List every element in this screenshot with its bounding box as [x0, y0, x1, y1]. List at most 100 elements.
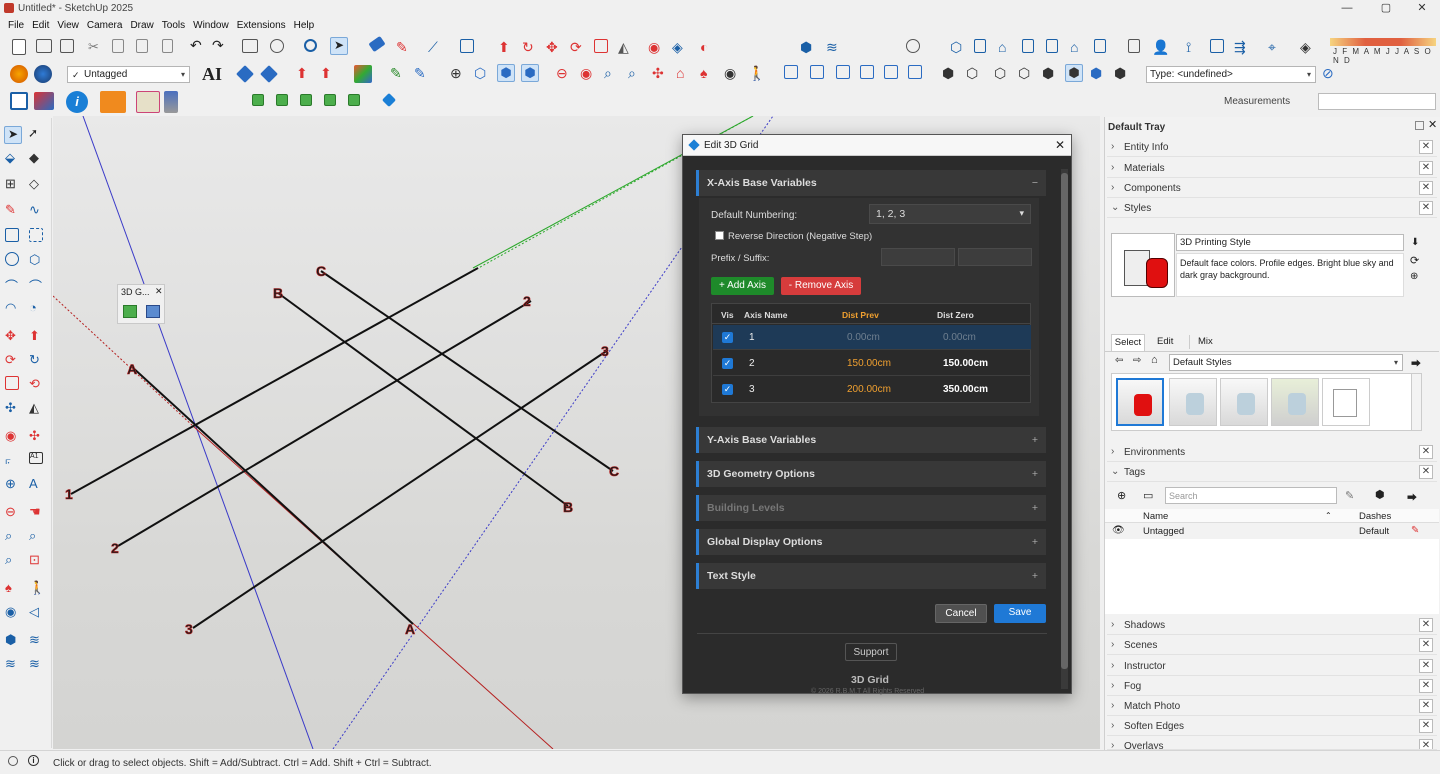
panel-soften-edges[interactable]: › Soften Edges ✕ [1107, 717, 1437, 736]
line-tool-icon[interactable]: ✎ [5, 202, 23, 220]
panel-materials[interactable]: › Materials ✕ [1107, 159, 1437, 178]
user-icon[interactable]: 👤 [1152, 39, 1170, 57]
classifier-icon[interactable]: ⊘ [1322, 65, 1340, 83]
support-button[interactable]: Support [845, 643, 897, 661]
style-edges-icon[interactable]: ⬢ [1114, 65, 1132, 83]
bottom-view-icon[interactable] [1094, 39, 1106, 53]
camera-tool-icon[interactable]: ♠ [5, 580, 23, 598]
add-folder-icon[interactable]: ▭ [1143, 489, 1153, 502]
intersect-icon[interactable] [836, 65, 850, 79]
push-pull-icon[interactable]: ⬆ [498, 39, 516, 57]
zoom-extents-icon[interactable]: ⌕ [628, 65, 646, 83]
vis-checkbox[interactable]: ✓ [722, 332, 733, 343]
panel-overlays[interactable]: › Overlays ✕ [1107, 737, 1437, 750]
style-xray-icon[interactable]: ⬢ [942, 65, 960, 83]
tag-icon[interactable] [236, 65, 254, 83]
geometry-section-header[interactable]: 3D Geometry Options + [696, 461, 1046, 487]
style-name-field[interactable]: 3D Printing Style [1176, 234, 1404, 251]
tag-color-icon[interactable]: ✎ [1411, 525, 1419, 536]
measurements-input[interactable] [1318, 93, 1436, 110]
panel-components[interactable]: › Components ✕ [1107, 179, 1437, 198]
layers-alt-tool-icon[interactable]: ≋ [29, 656, 47, 674]
solid-tools-icon[interactable] [10, 92, 28, 110]
tags-col-dashes[interactable]: Dashes [1359, 511, 1391, 522]
style-wireframe-icon[interactable]: ⬡ [994, 65, 1012, 83]
dist-prev-cell[interactable]: 150.00cm [847, 358, 891, 369]
walk-icon[interactable]: 🚶 [748, 65, 766, 83]
table-row[interactable]: ✓ 2 150.00cm 150.00cm [713, 351, 1031, 376]
rectangle-icon[interactable] [460, 39, 474, 53]
ai-assistant-button[interactable]: AI [202, 64, 222, 85]
axis-name-cell[interactable]: 1 [749, 332, 755, 343]
paint-bucket-icon[interactable]: ⬙ [5, 150, 23, 168]
grid-create-icon[interactable] [123, 305, 137, 318]
styles-scrollbar[interactable] [1411, 373, 1422, 431]
add-style-icon[interactable]: ⊕ [1410, 271, 1418, 282]
panel-styles[interactable]: ⌄ Styles ✕ [1107, 199, 1437, 218]
model-info-icon[interactable] [270, 39, 284, 53]
panel-close-icon[interactable]: ✕ [1419, 618, 1433, 632]
grid-tool-4-icon[interactable] [324, 94, 336, 106]
left-view-icon[interactable]: ⌂ [1070, 39, 1088, 57]
tag-manager-icon[interactable] [260, 65, 278, 83]
rotate-icon[interactable]: ⟳ [570, 39, 588, 57]
global-display-section-header[interactable]: Global Display Options + [696, 529, 1046, 555]
split-icon[interactable] [908, 65, 922, 79]
grid-tool-3-icon[interactable] [300, 94, 312, 106]
shaded-textures-icon[interactable]: ⬢ [521, 64, 539, 82]
scale-icon[interactable] [594, 39, 608, 53]
dialog-close-button[interactable]: ✕ [1055, 138, 1065, 152]
dimension-tool-icon[interactable]: ◉ [5, 428, 23, 446]
menu-edit[interactable]: Edit [28, 20, 53, 31]
grid-tool-1-icon[interactable] [252, 94, 264, 106]
print-icon[interactable] [242, 39, 258, 53]
text-tool-icon[interactable]: ✣ [29, 428, 47, 446]
maximize-button[interactable]: ▢ [1377, 0, 1395, 17]
warehouse-tool-icon[interactable]: ⬢ [5, 632, 23, 650]
geolocation-icon[interactable] [8, 756, 18, 766]
zoom-fit-icon[interactable]: ✣ [652, 65, 670, 83]
panel-match-photo[interactable]: › Match Photo ✕ [1107, 697, 1437, 716]
details-arrow-icon[interactable]: ⮕ [1407, 489, 1417, 504]
add-tag-icon[interactable]: ⊕ [1117, 489, 1126, 502]
refresh-icon[interactable]: ⟳ [1410, 254, 1419, 267]
eye-icon[interactable]: 👁 [1112, 525, 1125, 536]
style-update-icon[interactable]: ⬇ [1411, 237, 1419, 248]
tray-close-button[interactable]: ✕ [1428, 118, 1437, 131]
layers-tool-icon[interactable]: ≋ [5, 656, 23, 674]
trim-icon[interactable] [884, 65, 898, 79]
eraser-soft-icon[interactable]: ◇ [29, 176, 47, 194]
redo-icon[interactable]: ↷ [212, 37, 230, 55]
follow-me-icon[interactable]: ↻ [522, 39, 540, 57]
follow-me-tool-icon[interactable]: ↻ [29, 352, 47, 370]
reverse-direction-checkbox[interactable] [715, 231, 724, 240]
zoom-icon[interactable] [304, 39, 317, 52]
panel-close-icon[interactable]: ✕ [1419, 659, 1433, 673]
tab-select[interactable]: Select [1111, 334, 1145, 351]
extension-warehouse-icon[interactable] [10, 65, 28, 83]
zoom-window-icon[interactable]: ⌕ [604, 65, 622, 83]
3d-text-icon[interactable]: A1 [29, 452, 43, 464]
table-row[interactable]: ✓ 3 200.00cm 350.00cm [713, 377, 1031, 402]
menu-file[interactable]: File [4, 20, 28, 31]
section-icon[interactable]: ⊖ [556, 65, 574, 83]
panel-instructor[interactable]: › Instructor ✕ [1107, 657, 1437, 676]
panel-close-icon[interactable]: ✕ [1419, 739, 1433, 749]
erase-icon[interactable] [162, 39, 173, 53]
style-swatch-3d-printing[interactable] [1116, 378, 1164, 426]
x-axis-section-header[interactable]: X-Axis Base Variables − [696, 170, 1046, 196]
subtract-icon[interactable] [860, 65, 874, 79]
arc-2pt-icon[interactable]: ⌒ [29, 276, 47, 294]
panel-close-icon[interactable]: ✕ [1419, 638, 1433, 652]
iso-view-icon[interactable]: ⬡ [950, 39, 968, 57]
tag-tool-icon[interactable]: ⊞ [5, 176, 23, 194]
panel-fog[interactable]: › Fog ✕ [1107, 677, 1437, 696]
walk-tool-icon[interactable]: 🚶 [29, 580, 47, 598]
style-collection-select[interactable]: Default Styles ▾ [1169, 354, 1403, 371]
document-icon[interactable] [1128, 39, 1140, 53]
cut-icon[interactable]: ✂ [88, 39, 106, 57]
add-axis-button[interactable]: + Add Axis [711, 277, 774, 295]
save-button[interactable]: Save [994, 604, 1046, 623]
push-pull-tool-icon[interactable]: ⬆ [29, 328, 47, 346]
shadows-icon[interactable]: ◈ [1300, 39, 1318, 57]
